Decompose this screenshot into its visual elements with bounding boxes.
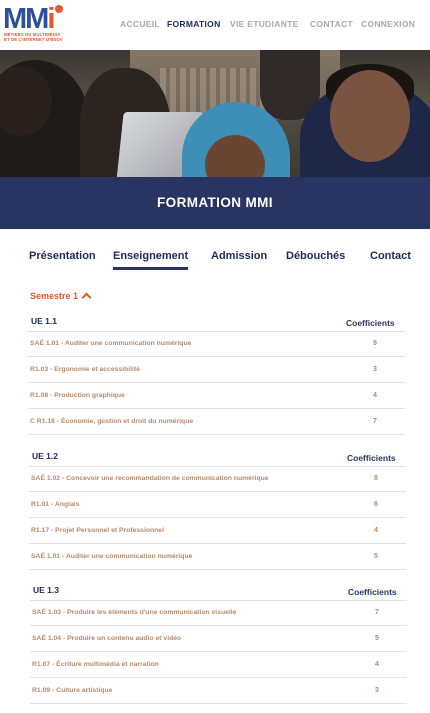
hero-image: [0, 50, 430, 177]
coefficients-header: Coefficients: [348, 587, 397, 597]
semester-label: Semestre 1: [30, 291, 79, 301]
page-title: FORMATION MMI: [157, 195, 273, 210]
ue-header: UE 1.1 Coefficients: [0, 316, 430, 330]
ue-header: UE 1.2 Coefficients: [0, 451, 430, 465]
ue-title: UE 1.3: [33, 585, 59, 595]
coefficient-value: 7: [373, 418, 377, 425]
coefficient-value: 8: [374, 475, 378, 482]
nav-accueil[interactable]: ACCUEIL: [120, 19, 160, 29]
semester-toggle[interactable]: Semestre 1: [30, 291, 92, 303]
table-row: R1.08 - Production graphique 4: [28, 383, 405, 409]
nav-contact[interactable]: CONTACT: [310, 19, 353, 29]
coefficient-value: 5: [375, 635, 379, 642]
logo-subtitle: Métiers du multimédia et de l'internet u…: [4, 32, 63, 42]
course-label: R1.07 - Écriture multimédia et narration: [32, 661, 159, 668]
course-label: R1.03 - Ergonomie et accessibilité: [30, 366, 140, 373]
coefficient-value: 4: [373, 392, 377, 399]
chevron-up-icon: [81, 292, 92, 303]
course-label: SAÉ 1.01 - Auditer une communication num…: [31, 553, 193, 560]
coefficient-value: 6: [374, 501, 378, 508]
page-banner: FORMATION MMI: [0, 177, 430, 229]
table-row: R1.09 - Culture artistique 3: [30, 678, 407, 704]
ue-title: UE 1.2: [32, 451, 58, 461]
logo-dot: [55, 5, 63, 13]
tab-contact[interactable]: Contact: [370, 250, 411, 270]
nav-formation[interactable]: FORMATION: [167, 19, 221, 29]
course-label: SAÉ 1.01 - Auditer une communication num…: [30, 340, 192, 347]
ue-title: UE 1.1: [31, 316, 57, 326]
tab-admission[interactable]: Admission: [211, 250, 267, 270]
site-header: MMi Métiers du multimédia et de l'intern…: [0, 0, 430, 50]
coefficient-value: 4: [375, 661, 379, 668]
table-row: SAÉ 1.03 - Produire les éléments d'une c…: [30, 600, 407, 626]
course-label: SAÉ 1.02 - Concevoir une recommandation …: [31, 475, 269, 482]
course-label: R1.01 - Anglais: [31, 501, 80, 508]
table-row: R1.17 - Projet Personnel et Professionne…: [29, 518, 406, 544]
coefficient-value: 3: [373, 366, 377, 373]
table-row: SAÉ 1.02 - Concevoir une recommandation …: [29, 466, 406, 492]
nav-connexion[interactable]: CONNEXION: [361, 19, 415, 29]
course-label: R1.08 - Production graphique: [30, 392, 125, 399]
tab-debouches[interactable]: Débouchés: [286, 250, 345, 270]
course-label: R1.17 - Projet Personnel et Professionne…: [31, 527, 164, 534]
main-nav: ACCUEIL FORMATION VIE ETUDIANTE CONTACT …: [0, 19, 430, 31]
tab-presentation[interactable]: Présentation: [29, 250, 96, 270]
course-label: SAÉ 1.04 - Produire un contenu audio et …: [32, 635, 182, 642]
coefficient-value: 3: [375, 687, 379, 694]
coefficients-header: Coefficients: [346, 318, 395, 328]
course-label: C R1.16 - Économie, gestion et droit du …: [30, 418, 194, 425]
tab-enseignement[interactable]: Enseignement: [113, 250, 189, 270]
table-row: R1.01 - Anglais 6: [29, 492, 406, 518]
table-row: SAÉ 1.01 - Auditer une communication num…: [29, 544, 406, 570]
table-row: R1.03 - Ergonomie et accessibilité 3: [28, 357, 405, 383]
table-row: C R1.16 - Économie, gestion et droit du …: [28, 409, 405, 435]
coefficient-value: 4: [374, 527, 378, 534]
ue-header: UE 1.3 Coefficients: [0, 585, 430, 599]
coefficient-value: 7: [375, 609, 379, 616]
formation-tabs: Présentation Enseignement Admission Débo…: [0, 250, 430, 272]
course-label: SAÉ 1.03 - Produire les éléments d'une c…: [32, 609, 237, 616]
table-row: SAÉ 1.01 - Auditer une communication num…: [28, 331, 405, 357]
nav-vie-etudiante[interactable]: VIE ETUDIANTE: [230, 19, 299, 29]
coefficient-value: 9: [373, 340, 377, 347]
course-label: R1.09 - Culture artistique: [32, 687, 113, 694]
coefficients-header: Coefficients: [347, 453, 396, 463]
coefficient-value: 5: [374, 553, 378, 560]
table-row: R1.07 - Écriture multimédia et narration…: [30, 652, 407, 678]
table-row: SAÉ 1.04 - Produire un contenu audio et …: [30, 626, 407, 652]
